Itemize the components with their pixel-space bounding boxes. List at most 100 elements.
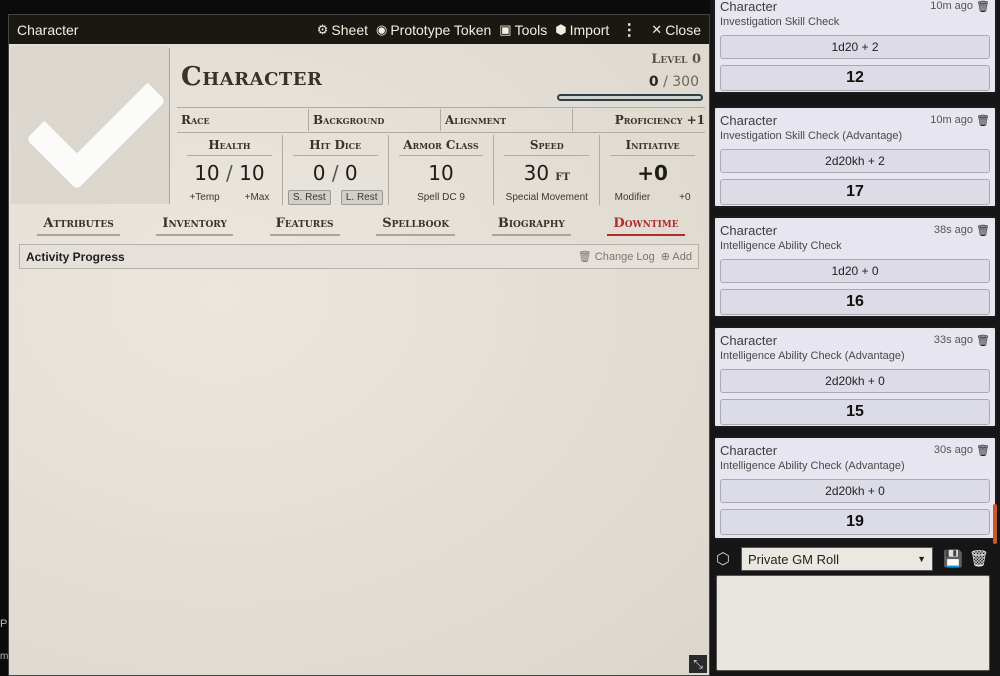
character-sheet-window: Character ⚙ Sheet ◉ Prototype Token ▣ Tools… xyxy=(8,14,710,676)
add-activity-button[interactable]: ⊕ Add xyxy=(661,250,692,263)
d20-icon[interactable]: ⬡ xyxy=(713,549,733,569)
dice-total[interactable]: 15 xyxy=(720,399,990,425)
tools-button[interactable]: ▣ Tools xyxy=(499,22,547,38)
dice-total[interactable]: 12 xyxy=(720,65,990,91)
delete-icon[interactable]: 🗑 xyxy=(976,444,990,457)
sheet-tabs: Attributes Inventory Features Spellbook … xyxy=(19,212,703,240)
more-options-icon[interactable]: ⋮ xyxy=(621,20,637,40)
plus-circle-icon: ⊕ xyxy=(660,251,670,263)
initiative-label[interactable]: Initiative xyxy=(610,138,695,156)
details-row: Race Background Alignment Proficiency +1 xyxy=(177,109,705,131)
window-title: Character xyxy=(17,21,79,38)
box-icon: ⬢ xyxy=(555,21,567,37)
character-name[interactable]: Character xyxy=(181,62,323,92)
short-rest-button[interactable]: S. Rest xyxy=(287,190,331,205)
dice-formula[interactable]: 2d20kh + 0 xyxy=(720,369,990,393)
xp-bar xyxy=(557,94,703,101)
edge-text: m xyxy=(0,651,9,662)
delete-icon[interactable]: 🗑 xyxy=(976,114,990,127)
edge-text: P xyxy=(0,618,8,630)
dice-formula[interactable]: 1d20 + 2 xyxy=(720,35,990,59)
roll-mode-select[interactable]: Private GM Roll ▼ xyxy=(741,547,933,571)
message-speaker: Character xyxy=(720,112,778,128)
tab-biography[interactable]: Biography xyxy=(491,216,571,236)
tab-inventory[interactable]: Inventory xyxy=(156,216,233,236)
message-header: Character 30s ago 🗑 xyxy=(720,442,990,458)
message-speaker: Character xyxy=(720,332,778,348)
message-flavor: Intelligence Ability Check xyxy=(720,240,842,252)
import-button[interactable]: ⬢ Import xyxy=(555,22,609,38)
tab-features[interactable]: Features xyxy=(269,216,340,236)
dice-formula[interactable]: 2d20kh + 0 xyxy=(720,479,990,503)
long-rest-button[interactable]: L. Rest xyxy=(340,190,383,205)
armor-class-value[interactable]: 10 xyxy=(389,161,494,185)
dice-total[interactable]: 19 xyxy=(720,509,990,535)
dice-formula[interactable]: 1d20 + 0 xyxy=(720,259,990,283)
background-field[interactable]: Background xyxy=(309,109,441,131)
trash-icon[interactable]: 🗑 xyxy=(969,549,989,569)
divider xyxy=(169,48,170,204)
armor-class-block: Armor Class 10 Spell DC 9 xyxy=(389,135,495,205)
tab-attributes[interactable]: Attributes xyxy=(37,216,120,236)
caret-down-icon: ▼ xyxy=(917,554,926,564)
initiative-modifier-value[interactable]: +0 xyxy=(679,192,690,203)
health-max[interactable]: 10 xyxy=(239,161,264,185)
close-icon: ✕ xyxy=(651,21,663,37)
speed-unit: ft xyxy=(555,168,570,184)
save-icon[interactable]: 💾 xyxy=(943,549,963,569)
resize-handle-icon[interactable]: ⤡ xyxy=(689,655,707,673)
close-button[interactable]: ✕ Close xyxy=(651,22,701,38)
message-speaker: Character xyxy=(720,442,778,458)
health-block: Health 10 / 10 +Temp +Max xyxy=(177,135,283,205)
prototype-token-label: Prototype Token xyxy=(390,21,492,38)
chat-message-input[interactable] xyxy=(716,575,990,671)
delete-icon[interactable]: 🗑 xyxy=(976,334,990,347)
proficiency-label: Proficiency +1 xyxy=(614,113,705,127)
xp-value[interactable]: 0 xyxy=(649,74,659,90)
delete-icon[interactable]: 🗑 xyxy=(976,0,990,13)
race-field[interactable]: Race xyxy=(177,109,309,131)
message-time: 10m ago xyxy=(930,0,974,12)
max-hp-mod[interactable]: +Max xyxy=(245,192,270,203)
special-movement-label[interactable]: Special Movement xyxy=(506,192,588,203)
health-sub: +Temp +Max xyxy=(177,192,282,203)
speed-values: 30 ft xyxy=(494,161,599,185)
message-flavor: Investigation Skill Check xyxy=(720,16,840,28)
prototype-token-button[interactable]: ◉ Prototype Token xyxy=(376,22,491,38)
attributes-row: Health 10 / 10 +Temp +Max Hit Dice 0 / 0 … xyxy=(177,135,705,205)
health-label: Health xyxy=(187,138,272,156)
dice-total[interactable]: 17 xyxy=(720,179,990,205)
armor-class-label: Armor Class xyxy=(398,138,484,156)
dice-formula[interactable]: 2d20kh + 2 xyxy=(720,149,990,173)
xp-max: 300 xyxy=(672,74,699,90)
hit-dice-value: 0 xyxy=(312,161,326,185)
temp-hp[interactable]: +Temp xyxy=(189,192,219,203)
delete-icon[interactable]: 🗑 xyxy=(976,224,990,237)
tools-label: Tools xyxy=(514,21,548,38)
activity-progress-header: Activity Progress 🗑 Change Log ⊕ Add xyxy=(19,244,699,269)
trash-icon: 🗑 xyxy=(577,251,592,263)
initiative-block: Initiative +0 Modifier +0 xyxy=(600,135,705,205)
character-portrait[interactable] xyxy=(11,46,169,204)
add-label: Add xyxy=(672,251,692,263)
window-header[interactable]: Character ⚙ Sheet ◉ Prototype Token ▣ Tools… xyxy=(9,15,709,44)
health-value[interactable]: 10 xyxy=(194,161,219,185)
message-flavor: Intelligence Ability Check (Advantage) xyxy=(720,350,905,362)
change-log-button[interactable]: 🗑 Change Log xyxy=(578,250,655,263)
hit-dice-values: 0 / 0 xyxy=(312,161,358,185)
alignment-field[interactable]: Alignment xyxy=(441,109,573,131)
health-values: 10 / 10 xyxy=(194,161,265,185)
chat-scrollbar[interactable] xyxy=(993,504,997,544)
dice-total[interactable]: 16 xyxy=(720,289,990,315)
sheet-button[interactable]: ⚙ Sheet xyxy=(317,22,368,38)
message-flavor: Intelligence Ability Check (Advantage) xyxy=(720,460,905,472)
initiative-modifier-label: Modifier xyxy=(614,192,651,203)
tab-downtime[interactable]: Downtime xyxy=(607,216,685,236)
spell-dc-label: Spell DC 9 xyxy=(417,192,465,203)
speed-value[interactable]: 30 xyxy=(524,161,549,185)
message-time: 38s ago xyxy=(933,224,974,236)
import-label: Import xyxy=(569,21,610,38)
special-movement: Special Movement xyxy=(494,192,599,203)
tab-spellbook[interactable]: Spellbook xyxy=(376,216,456,236)
message-header: Character 33s ago 🗑 xyxy=(720,332,990,348)
